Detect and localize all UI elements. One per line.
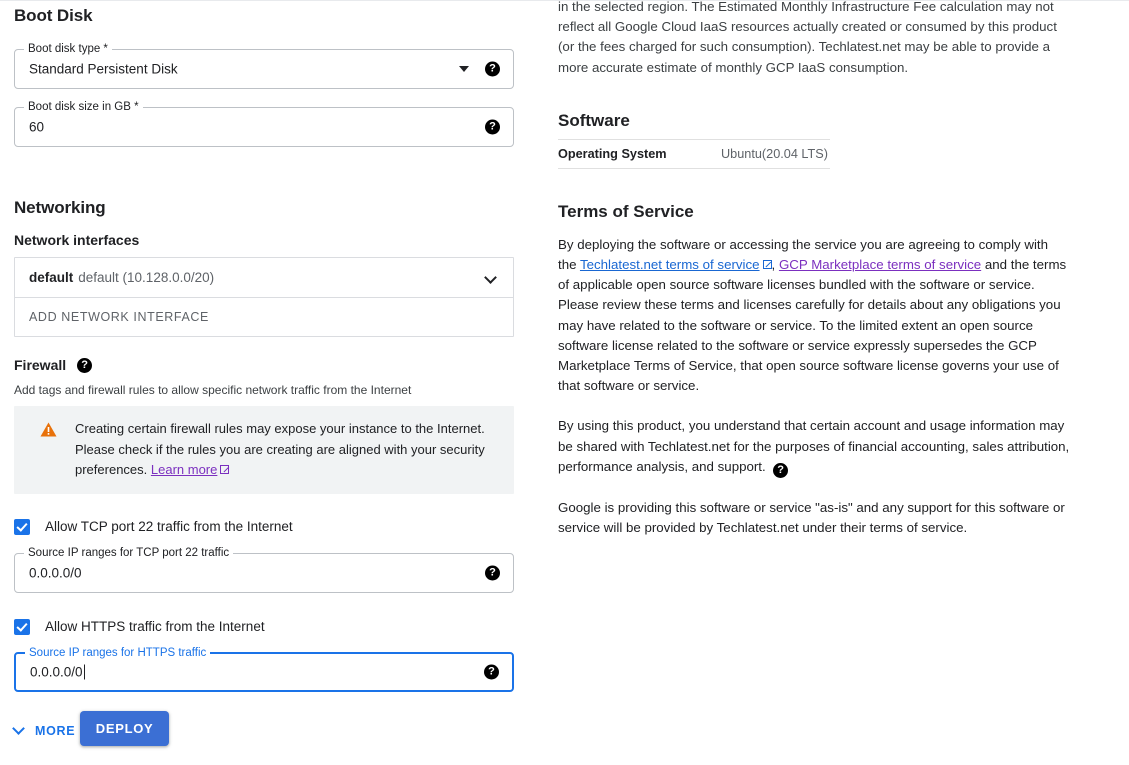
chevron-down-icon[interactable] (459, 66, 469, 72)
network-interface-detail: default (10.128.0.0/20) (78, 270, 215, 285)
firewall-warning-text: Creating certain firewall rules may expo… (75, 419, 498, 481)
help-icon[interactable]: ? (484, 664, 499, 679)
terms-paragraph-2: By using this product, you understand th… (558, 416, 1070, 478)
help-icon[interactable]: ? (773, 462, 789, 478)
text-cursor (83, 664, 85, 679)
tcp-source-ip-label: Source IP ranges for TCP port 22 traffic (24, 546, 234, 560)
allow-tcp-22-label: Allow TCP port 22 traffic from the Inter… (45, 519, 293, 534)
software-table-body: Operating System Ubuntu(20.04 LTS) (558, 138, 830, 169)
terms-p2-text: By using this product, you understand th… (558, 418, 1070, 474)
external-link-icon (220, 465, 230, 474)
help-icon[interactable]: ? (485, 61, 500, 77)
more-label: MORE (35, 723, 76, 738)
deployment-form-column: Boot Disk Boot disk type * Standard Pers… (12, 1, 514, 746)
network-interfaces-label: Network interfaces (14, 232, 140, 248)
terms-paragraph-3: Google is providing this software or ser… (558, 499, 1065, 536)
add-network-interface-button[interactable]: ADD NETWORK INTERFACE (15, 297, 513, 336)
chevron-down-icon (12, 722, 25, 735)
firewall-helper-text: Add tags and firewall rules to allow spe… (14, 383, 412, 397)
terms-of-service-heading: Terms of Service (558, 201, 694, 221)
software-os-key: Operating System (558, 138, 721, 169)
firewall-label: Firewall (14, 357, 67, 373)
page-root: Boot Disk Boot disk type * Standard Pers… (0, 0, 1129, 765)
terms-p1-part-b: , (771, 257, 779, 273)
learn-more-label: Learn more (150, 462, 218, 477)
tcp-source-ip-input[interactable]: Source IP ranges for TCP port 22 traffic… (14, 546, 514, 593)
boot-disk-type-value: Standard Persistent Disk (29, 61, 178, 77)
allow-tcp-22-checkbox[interactable] (14, 518, 30, 535)
https-source-ip-value: 0.0.0.0/0 (30, 664, 83, 679)
software-heading: Software (558, 110, 630, 130)
boot-disk-type-select[interactable]: Boot disk type * Standard Persistent Dis… (14, 43, 514, 89)
more-toggle[interactable]: MORE (12, 722, 76, 738)
help-icon[interactable]: ? (485, 119, 500, 135)
deploy-button[interactable]: DEPLOY (79, 711, 170, 746)
allow-tcp-22-checkbox-row[interactable]: Allow TCP port 22 traffic from the Inter… (14, 518, 514, 535)
allow-https-label: Allow HTTPS traffic from the Internet (45, 619, 265, 634)
boot-disk-heading: Boot Disk (14, 6, 93, 25)
learn-more-link[interactable]: Learn more (151, 462, 217, 477)
firewall-label-row: Firewall ? (14, 357, 514, 373)
networking-heading: Networking (14, 198, 106, 217)
infrastructure-fee-paragraph: in the selected region. The Estimated Mo… (558, 0, 1057, 75)
network-interface-row[interactable]: default default (10.128.0.0/20) (15, 258, 513, 297)
warning-triangle-icon (40, 422, 57, 437)
allow-https-checkbox[interactable] (14, 618, 30, 635)
gcp-marketplace-terms-link[interactable]: GCP Marketplace terms of service (779, 257, 981, 272)
network-interface-name: default (29, 270, 74, 285)
firewall-warning-banner: Creating certain firewall rules may expo… (14, 406, 514, 494)
https-source-ip-value-wrap: 0.0.0.0/0 (30, 664, 85, 679)
allow-https-checkbox-row[interactable]: Allow HTTPS traffic from the Internet (14, 618, 514, 635)
external-link-icon (762, 260, 772, 270)
techlatest-terms-label: Techlatest.net terms of service (579, 257, 760, 273)
details-column: in the selected region. The Estimated Mo… (558, 0, 1070, 538)
terms-paragraph-1: By deploying the software or accessing t… (558, 235, 1070, 397)
boot-disk-type-label: Boot disk type * (24, 43, 112, 56)
gcp-marketplace-terms-label: GCP Marketplace terms of service (778, 257, 982, 273)
table-row: Operating System Ubuntu(20.04 LTS) (558, 138, 830, 169)
boot-disk-size-label: Boot disk size in GB * (24, 101, 143, 114)
software-table: Operating System Ubuntu(20.04 LTS) (558, 138, 830, 169)
https-source-ip-label: Source IP ranges for HTTPS traffic (25, 646, 211, 660)
tcp-source-ip-value: 0.0.0.0/0 (29, 565, 82, 580)
software-os-value: Ubuntu(20.04 LTS) (721, 138, 830, 169)
help-icon[interactable]: ? (485, 565, 500, 580)
firewall-warning-message: Creating certain firewall rules may expo… (75, 421, 485, 477)
help-icon[interactable]: ? (77, 357, 93, 373)
chevron-down-icon[interactable] (484, 270, 497, 284)
network-interfaces-list: default default (10.128.0.0/20) ADD NETW… (14, 257, 514, 337)
terms-p1-part-c: and the terms of applicable open source … (558, 257, 1067, 394)
boot-disk-size-input[interactable]: Boot disk size in GB * 60 ? (14, 101, 514, 147)
boot-disk-size-value: 60 (29, 119, 45, 135)
add-network-interface-label: ADD NETWORK INTERFACE (29, 310, 209, 324)
techlatest-terms-link[interactable]: Techlatest.net terms of service (580, 257, 760, 272)
https-source-ip-input[interactable]: Source IP ranges for HTTPS traffic 0.0.0… (14, 646, 514, 692)
